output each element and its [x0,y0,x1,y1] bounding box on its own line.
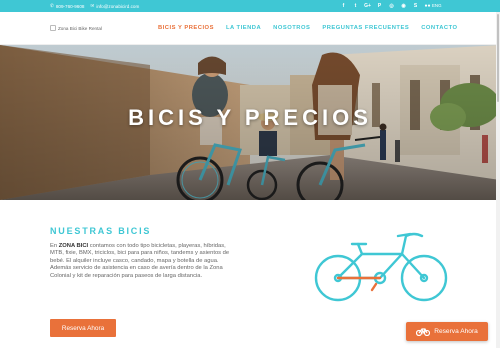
bike-illustration [314,232,448,302]
hero-banner: BICIS Y PRECIOS [0,45,500,200]
nav-item-bicis-y-precios[interactable]: BICIS Y PRECIOS [158,25,214,31]
broken-image-icon [50,25,56,31]
reserve-now-button[interactable]: Reserva Ahora [50,319,116,337]
scrollbar-thumb[interactable] [497,14,499,102]
nav-item-contacto[interactable]: CONTACTO [421,25,457,31]
nav-item-preguntas-frecuentes[interactable]: PREGUNTAS FRECUENTES [322,25,409,31]
email-address: info@zonabicird.com [96,3,140,9]
section-title: NUESTRAS BICIS [50,226,152,236]
skype-icon[interactable]: S [412,2,419,9]
social-icons: f t G+ P ◎ ◉ S ●● [340,2,431,9]
top-bar: ✆ 809-760-9608 ✉ info@zonabicird.com ftG… [0,0,500,12]
site-header: Zona Bici Bike Rental BICIS Y PRECIOS LA … [0,12,500,45]
twitter-icon[interactable]: t [352,2,359,9]
site-logo[interactable]: Zona Bici Bike Rental [50,25,102,31]
google-plus-icon[interactable]: G+ [364,2,371,9]
desc-prefix: En [50,243,59,249]
phone-link[interactable]: ✆ 809-760-9608 [50,3,84,9]
nav-item-nosotros[interactable]: NOSOTROS [273,25,310,31]
nav-item-la-tienda[interactable]: LA TIENDA [226,25,261,31]
flickr-icon[interactable]: ●● [424,2,431,9]
phone-icon: ✆ [50,3,54,8]
hero-title: BICIS Y PRECIOS [128,105,372,130]
envelope-icon: ✉ [90,3,95,8]
bikes-description: En ZONA BICI contamos con todo tipo bici… [50,243,238,280]
facebook-icon[interactable]: f [340,2,347,9]
pinterest-icon[interactable]: P [376,2,383,9]
instagram-icon[interactable]: ◎ [388,2,395,9]
brand-name: ZONA BICI [58,243,89,249]
rss-icon[interactable]: ◉ [400,2,407,9]
phone-number: 809-760-9608 [55,3,85,9]
email-link[interactable]: ✉ info@zonabicird.com [90,3,139,9]
floating-reserve-label: Reserva Ahora [434,328,478,335]
language-switcher[interactable]: ENG [432,3,442,8]
floating-reserve-button[interactable]: Reserva Ahora [406,322,488,341]
main-nav: BICIS Y PRECIOS LA TIENDA NOSOTROS PREGUNTA… [158,25,458,31]
logo-alt-text: Zona Bici Bike Rental [58,25,102,31]
bike-icon [416,328,431,336]
